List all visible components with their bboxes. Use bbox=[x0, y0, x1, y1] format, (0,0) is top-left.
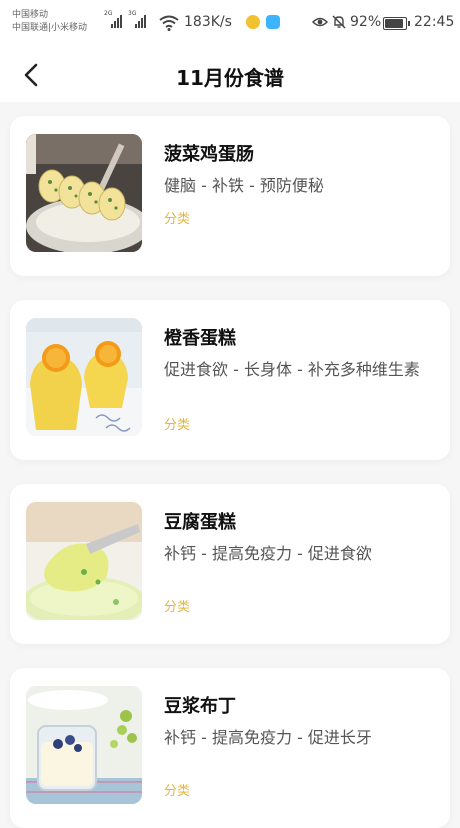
signal-group: 2G 3G bbox=[104, 10, 146, 28]
recipe-image-tofu-cake bbox=[26, 502, 142, 620]
recipe-benefits: 补钙 - 提高免疫力 - 促进长牙 bbox=[164, 728, 372, 747]
wifi-icon bbox=[159, 15, 179, 31]
recipe-image-spinach-egg-roll bbox=[26, 134, 142, 252]
network-speed: 183K/s bbox=[184, 14, 232, 30]
app-notification-icon bbox=[246, 15, 260, 29]
recipe-category-tag: 分类 bbox=[164, 418, 191, 433]
clock: 22:45 bbox=[414, 14, 455, 30]
signal-3g-icon: 3G bbox=[128, 10, 146, 28]
recipe-category-tag: 分类 bbox=[164, 212, 191, 227]
recipe-category-tag: 分类 bbox=[164, 600, 191, 615]
recipe-name: 豆浆布丁 bbox=[164, 696, 236, 717]
carrier-primary: 中国移动 bbox=[12, 10, 49, 20]
recipe-card[interactable]: 豆腐蛋糕 补钙 - 提高免疫力 - 促进食欲 分类 bbox=[10, 484, 450, 644]
recipe-name: 豆腐蛋糕 bbox=[164, 512, 236, 533]
eye-comfort-icon bbox=[312, 17, 328, 27]
app-notification-icon bbox=[266, 15, 280, 29]
recipe-card[interactable]: 橙香蛋糕 促进食欲 - 长身体 - 补充多种维生素 分类 bbox=[10, 300, 450, 460]
signal-2g-icon: 2G bbox=[104, 10, 122, 28]
battery-percent: 92% bbox=[350, 14, 382, 30]
recipe-benefits: 健脑 - 补铁 - 预防便秘 bbox=[164, 176, 324, 195]
recipe-card[interactable]: 豆浆布丁 补钙 - 提高免疫力 - 促进长牙 分类 bbox=[10, 668, 450, 828]
recipe-benefits: 促进食欲 - 长身体 - 补充多种维生素 bbox=[164, 360, 420, 379]
recipe-name: 菠菜鸡蛋肠 bbox=[164, 144, 254, 165]
recipe-image-soymilk-pudding bbox=[26, 686, 142, 804]
recipe-name: 橙香蛋糕 bbox=[164, 328, 236, 349]
recipe-image-orange-cake bbox=[26, 318, 142, 436]
mute-bell-icon bbox=[332, 15, 346, 29]
recipe-benefits: 补钙 - 提高免疫力 - 促进食欲 bbox=[164, 544, 372, 563]
carrier-secondary: 中国联通|小米移动 bbox=[12, 23, 88, 33]
recipe-card[interactable]: 菠菜鸡蛋肠 健脑 - 补铁 - 预防便秘 分类 bbox=[10, 116, 450, 276]
header-bar: 11月份食谱 bbox=[0, 48, 460, 102]
recipe-category-tag: 分类 bbox=[164, 784, 191, 799]
status-bar: 中国移动 中国联通|小米移动 2G 3G 183K/s 92% 22:45 bbox=[0, 0, 460, 48]
carrier-info: 中国移动 中国联通|小米移动 bbox=[12, 9, 87, 35]
battery-icon bbox=[383, 17, 410, 30]
page-title: 11月份食谱 bbox=[176, 66, 284, 90]
